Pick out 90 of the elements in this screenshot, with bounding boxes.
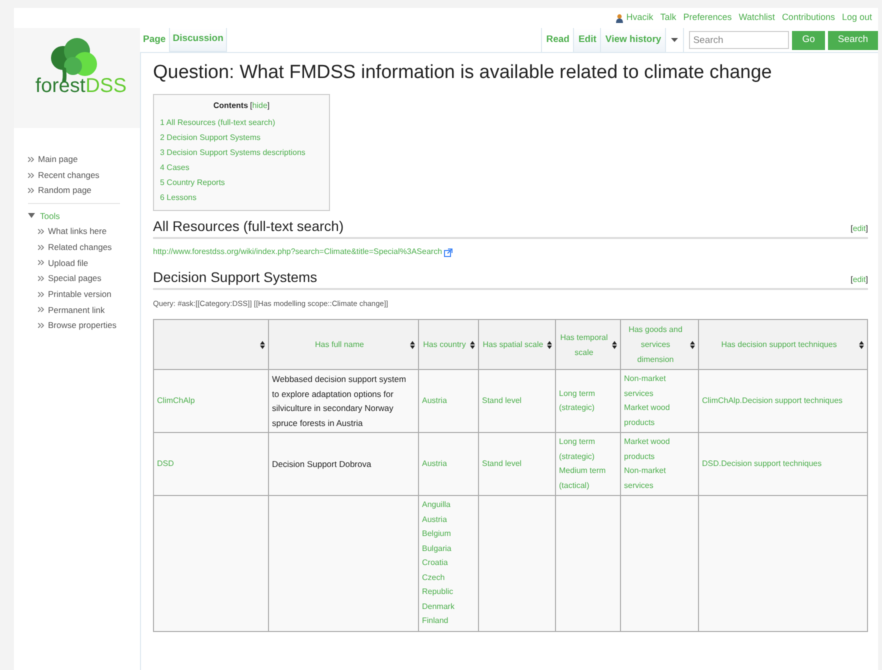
toc-link[interactable]: 3 Decision Support Systems descriptions: [160, 145, 323, 160]
cell-link[interactable]: Non-market services: [624, 372, 695, 402]
logo[interactable]: forestDSS: [14, 28, 140, 128]
tool-link[interactable]: Permanent link: [48, 302, 105, 318]
cell-link[interactable]: Market wood products: [624, 435, 695, 464]
cell-link[interactable]: Denmark: [422, 600, 475, 614]
bullet-icon: [38, 276, 44, 282]
tool-link[interactable]: What links here: [48, 224, 107, 239]
sort-icon: [859, 340, 864, 349]
section-heading: All Resources (full-text search): [153, 217, 344, 235]
tool-link[interactable]: Upload file: [48, 256, 88, 270]
view-tab[interactable]: View history: [600, 28, 666, 52]
search-button[interactable]: Search: [828, 30, 878, 50]
cell-link[interactable]: Non-market services: [624, 464, 695, 494]
user-link[interactable]: Hvacik: [626, 11, 654, 25]
view-tab[interactable]: Edit: [573, 28, 600, 52]
column-header[interactable]: Has full name: [268, 320, 418, 370]
tool-link[interactable]: Browse properties: [48, 318, 117, 334]
tool-link[interactable]: Printable version: [48, 286, 112, 302]
bracket: ]: [866, 223, 868, 235]
cell-link[interactable]: Finland: [422, 614, 475, 629]
search-button[interactable]: Go: [792, 30, 825, 50]
logo-text: DSS: [85, 75, 127, 97]
toc-title: Contents: [213, 100, 248, 112]
toc-link[interactable]: 5 Country Reports: [160, 175, 323, 190]
url-link[interactable]: http://www.forestdss.org/wiki/index.php?search=Climate&title=Special%3ASearch: [153, 246, 442, 258]
column-header[interactable]: Has goods and services dimension: [620, 320, 698, 370]
cell-text: Decision Support Dobrova: [272, 458, 372, 471]
external-link-icon: [444, 248, 454, 256]
toc-link[interactable]: 4 Cases: [160, 160, 323, 175]
bracket: ]: [866, 274, 868, 286]
personal-link[interactable]: Talk: [660, 11, 676, 25]
sort-icon: [612, 340, 617, 349]
cell-text: Webbased decision support system to explore adaptation options for silviculture in secondary Norway spruce forests in Austria: [272, 373, 408, 430]
bracket: [: [250, 100, 252, 112]
cell-link[interactable]: Austria: [422, 512, 475, 528]
column-header[interactable]: Has spatial scale: [478, 320, 556, 370]
edit-link[interactable]: edit: [852, 223, 866, 235]
sort-icon: [410, 340, 415, 349]
tool-link[interactable]: Special pages: [48, 271, 102, 286]
section-heading: Decision Support Systems: [153, 268, 318, 286]
search-field[interactable]: Search: [689, 31, 790, 49]
logo-text: forest: [35, 75, 86, 97]
cell-link[interactable]: Belgium: [422, 527, 475, 542]
cell-link[interactable]: Croatia: [422, 556, 475, 571]
nav-link[interactable]: Main page: [38, 152, 78, 167]
cell-link[interactable]: Bulgaria: [422, 542, 475, 556]
bullet-icon: [38, 323, 44, 328]
toc-link[interactable]: 6 Lessons: [160, 190, 323, 205]
bullet-icon: [38, 307, 44, 312]
cell-link[interactable]: Anguilla: [422, 498, 475, 513]
personal-link[interactable]: Log out: [842, 11, 872, 25]
bullet-icon: [38, 228, 44, 234]
page-title: Question: What FMDSS information is available related to climate change: [153, 61, 773, 85]
personal-link[interactable]: Watchlist: [738, 11, 775, 25]
tools-heading[interactable]: Tools: [40, 209, 60, 224]
toc-link[interactable]: 1 All Resources (full-text search): [160, 115, 323, 130]
bracket: [: [850, 223, 853, 235]
cell-link[interactable]: Medium term (tactical): [559, 464, 617, 494]
edit-link[interactable]: edit: [852, 274, 866, 286]
sort-icon: [260, 340, 265, 349]
sort-icon: [690, 340, 695, 349]
dropdown-icon[interactable]: [665, 28, 684, 52]
bullet-icon: [28, 156, 34, 162]
bullet-icon: [28, 172, 34, 178]
personal-link[interactable]: Preferences: [683, 11, 732, 25]
bracket: ]: [267, 100, 270, 112]
column-header[interactable]: Has temporal scale: [556, 320, 620, 370]
bullet-icon: [28, 188, 34, 194]
tool-link[interactable]: Related changes: [48, 240, 112, 255]
view-tab[interactable]: Read: [541, 28, 574, 52]
cell-link[interactable]: Market wood products: [624, 401, 695, 430]
bullet-icon: [38, 260, 44, 266]
column-header[interactable]: Has country: [418, 320, 478, 370]
page-tab[interactable]: Discussion: [170, 28, 228, 52]
sort-icon: [547, 340, 552, 349]
user-icon: [616, 14, 624, 22]
cell-link[interactable]: Czech Republic: [422, 570, 475, 600]
toc-link[interactable]: 2 Decision Support Systems: [160, 130, 323, 145]
column-header[interactable]: Has decision support techniques: [698, 320, 868, 370]
bullet-icon: [38, 292, 44, 297]
bracket: [: [850, 274, 853, 286]
triangle-icon[interactable]: [28, 213, 35, 220]
sort-icon: [470, 340, 475, 349]
nav-link[interactable]: Random page: [38, 183, 92, 198]
bullet-icon: [38, 244, 44, 250]
nav-link[interactable]: Recent changes: [38, 168, 100, 182]
hide-link[interactable]: hide: [252, 100, 268, 112]
personal-link[interactable]: Contributions: [782, 11, 835, 25]
cell-link[interactable]: Long term (strategic): [559, 435, 617, 464]
